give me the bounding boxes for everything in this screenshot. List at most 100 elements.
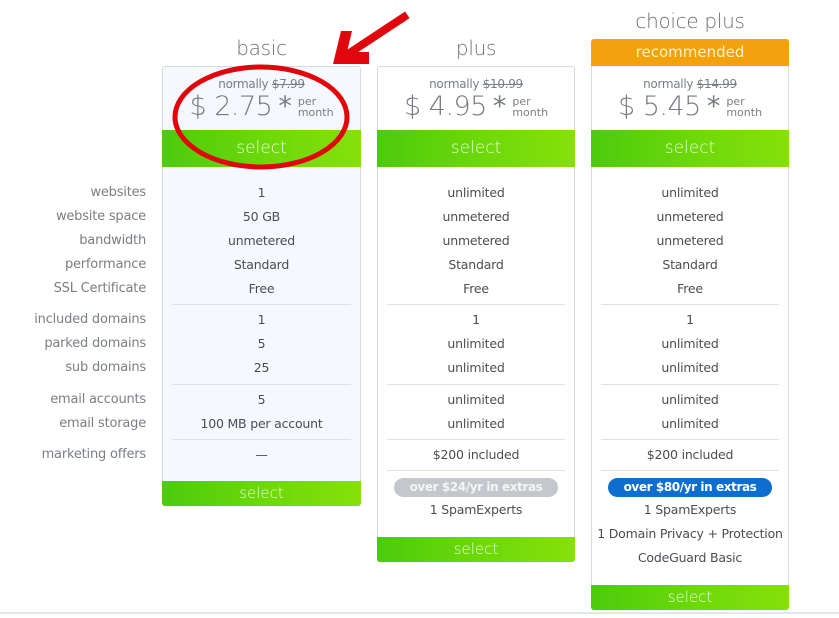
select-button-choice-plus[interactable]: select bbox=[591, 130, 789, 167]
divider bbox=[601, 384, 779, 385]
price-header: normally $14.99 $ 5.45 * per month bbox=[592, 77, 788, 122]
label-email-storage: email storage bbox=[59, 416, 146, 431]
divider bbox=[387, 384, 565, 385]
old-price: $7.99 bbox=[271, 77, 305, 91]
plan-title-basic: basic bbox=[236, 36, 287, 60]
value-marketing-offers: $200 included bbox=[646, 447, 734, 462]
bottom-select-button-choice-plus[interactable]: select bbox=[591, 585, 789, 610]
divider bbox=[601, 304, 779, 305]
label-included-domains: included domains bbox=[34, 312, 146, 327]
divider bbox=[387, 470, 565, 471]
value-performance: Standard bbox=[233, 257, 290, 272]
extra-item: 1 SpamExperts bbox=[643, 502, 737, 517]
price-header: normally $7.99 $ 2.75 * per month bbox=[163, 77, 360, 122]
value-websites: unlimited bbox=[447, 185, 505, 200]
value-sub-domains: unlimited bbox=[447, 360, 505, 375]
value-ssl-certificate: Free bbox=[248, 281, 275, 296]
current-price: $ 5.45 bbox=[617, 91, 701, 122]
select-button-basic[interactable]: select bbox=[162, 130, 361, 167]
price-row: $ 2.75 * per month bbox=[163, 92, 360, 122]
plan-title-plus: plus bbox=[455, 36, 497, 60]
value-parked-domains: unlimited bbox=[447, 336, 505, 351]
value-sub-domains: 25 bbox=[253, 360, 270, 375]
month-text: month bbox=[512, 106, 549, 119]
normally-price: normally $7.99 bbox=[163, 77, 360, 91]
bottom-select-button-basic[interactable]: select bbox=[162, 481, 361, 506]
value-performance: Standard bbox=[448, 257, 504, 272]
current-price: $ 4.95 bbox=[403, 91, 487, 122]
label-website-space: website space bbox=[55, 209, 146, 224]
value-email-accounts: unlimited bbox=[447, 392, 505, 407]
label-parked-domains: parked domains bbox=[44, 336, 146, 351]
extras-badge: over $80/yr in extras bbox=[608, 478, 772, 497]
value-parked-domains: unlimited bbox=[661, 336, 719, 351]
old-price: $14.99 bbox=[696, 77, 738, 91]
value-ssl-certificate: Free bbox=[463, 281, 489, 296]
value-parked-domains: 5 bbox=[257, 336, 266, 351]
normally-label: normally bbox=[429, 77, 480, 91]
divider bbox=[172, 384, 351, 385]
price-row: $ 4.95 * per month bbox=[378, 92, 574, 122]
value-sub-domains: unlimited bbox=[661, 360, 719, 375]
value-ssl-certificate: Free bbox=[677, 281, 703, 296]
divider bbox=[387, 439, 565, 440]
extras-badge: over $24/yr in extras bbox=[394, 478, 558, 497]
value-email-storage: unlimited bbox=[661, 416, 719, 431]
divider bbox=[601, 470, 779, 471]
label-marketing-offers: marketing offers bbox=[41, 447, 147, 462]
value-performance: Standard bbox=[662, 257, 718, 272]
label-performance: performance bbox=[64, 257, 146, 272]
value-website-space: unmetered bbox=[656, 209, 724, 224]
plan-title-choice-plus: choice plus bbox=[635, 9, 745, 33]
bottom-divider bbox=[0, 612, 839, 614]
extra-item: CodeGuard Basic bbox=[637, 550, 743, 565]
value-websites: unlimited bbox=[661, 185, 719, 200]
extra-item: 1 SpamExperts bbox=[429, 502, 523, 517]
normally-price: normally $14.99 bbox=[592, 77, 788, 91]
value-included-domains: 1 bbox=[686, 312, 694, 327]
extra-item: 1 Domain Privacy + Protection bbox=[597, 526, 783, 541]
current-price: $ 2.75 bbox=[189, 91, 273, 122]
divider bbox=[172, 439, 351, 440]
plan-card-basic: normally $7.99 $ 2.75 * per month select … bbox=[162, 66, 361, 506]
recommended-badge: recommended bbox=[591, 39, 789, 66]
value-bandwidth: unmetered bbox=[656, 233, 724, 248]
divider bbox=[601, 439, 779, 440]
value-marketing-offers: $200 included bbox=[432, 447, 520, 462]
value-website-space: 50 GB bbox=[242, 209, 281, 224]
value-websites: 1 bbox=[257, 185, 266, 200]
bottom-select-button-plus[interactable]: select bbox=[377, 537, 575, 562]
value-email-storage: 100 MB per account bbox=[200, 416, 323, 431]
price-header: normally $10.99 $ 4.95 * per month bbox=[378, 77, 574, 122]
divider bbox=[172, 304, 351, 305]
value-email-accounts: 5 bbox=[257, 392, 266, 407]
value-bandwidth: unmetered bbox=[442, 233, 510, 248]
plan-card-plus: normally $10.99 $ 4.95 * per month select… bbox=[377, 66, 575, 562]
label-websites: websites bbox=[90, 185, 146, 200]
label-email-accounts: email accounts bbox=[50, 392, 146, 407]
value-included-domains: 1 bbox=[472, 312, 480, 327]
per-month: per month bbox=[512, 96, 548, 118]
month-text: month bbox=[726, 106, 763, 119]
asterisk: * bbox=[278, 91, 292, 122]
value-email-storage: unlimited bbox=[447, 416, 505, 431]
label-sub-domains: sub domains bbox=[65, 360, 146, 375]
normally-price: normally $10.99 bbox=[378, 77, 574, 91]
price-row: $ 5.45 * per month bbox=[592, 92, 788, 122]
select-button-plus[interactable]: select bbox=[377, 130, 575, 167]
label-bandwidth: bandwidth bbox=[79, 233, 146, 248]
value-included-domains: 1 bbox=[257, 312, 266, 327]
plan-card-choice-plus: recommended normally $14.99 $ 5.45 * per… bbox=[591, 39, 789, 610]
value-marketing-offers: — bbox=[255, 447, 268, 462]
asterisk: * bbox=[706, 91, 721, 122]
per-month: per month bbox=[298, 96, 334, 118]
month-text: month bbox=[297, 106, 334, 119]
value-website-space: unmetered bbox=[442, 209, 510, 224]
value-bandwidth: unmetered bbox=[228, 233, 295, 248]
asterisk: * bbox=[492, 91, 507, 122]
normally-label: normally bbox=[643, 77, 694, 91]
normally-label: normally bbox=[218, 77, 269, 91]
per-month: per month bbox=[726, 96, 762, 118]
old-price: $10.99 bbox=[482, 77, 524, 91]
divider bbox=[387, 304, 565, 305]
